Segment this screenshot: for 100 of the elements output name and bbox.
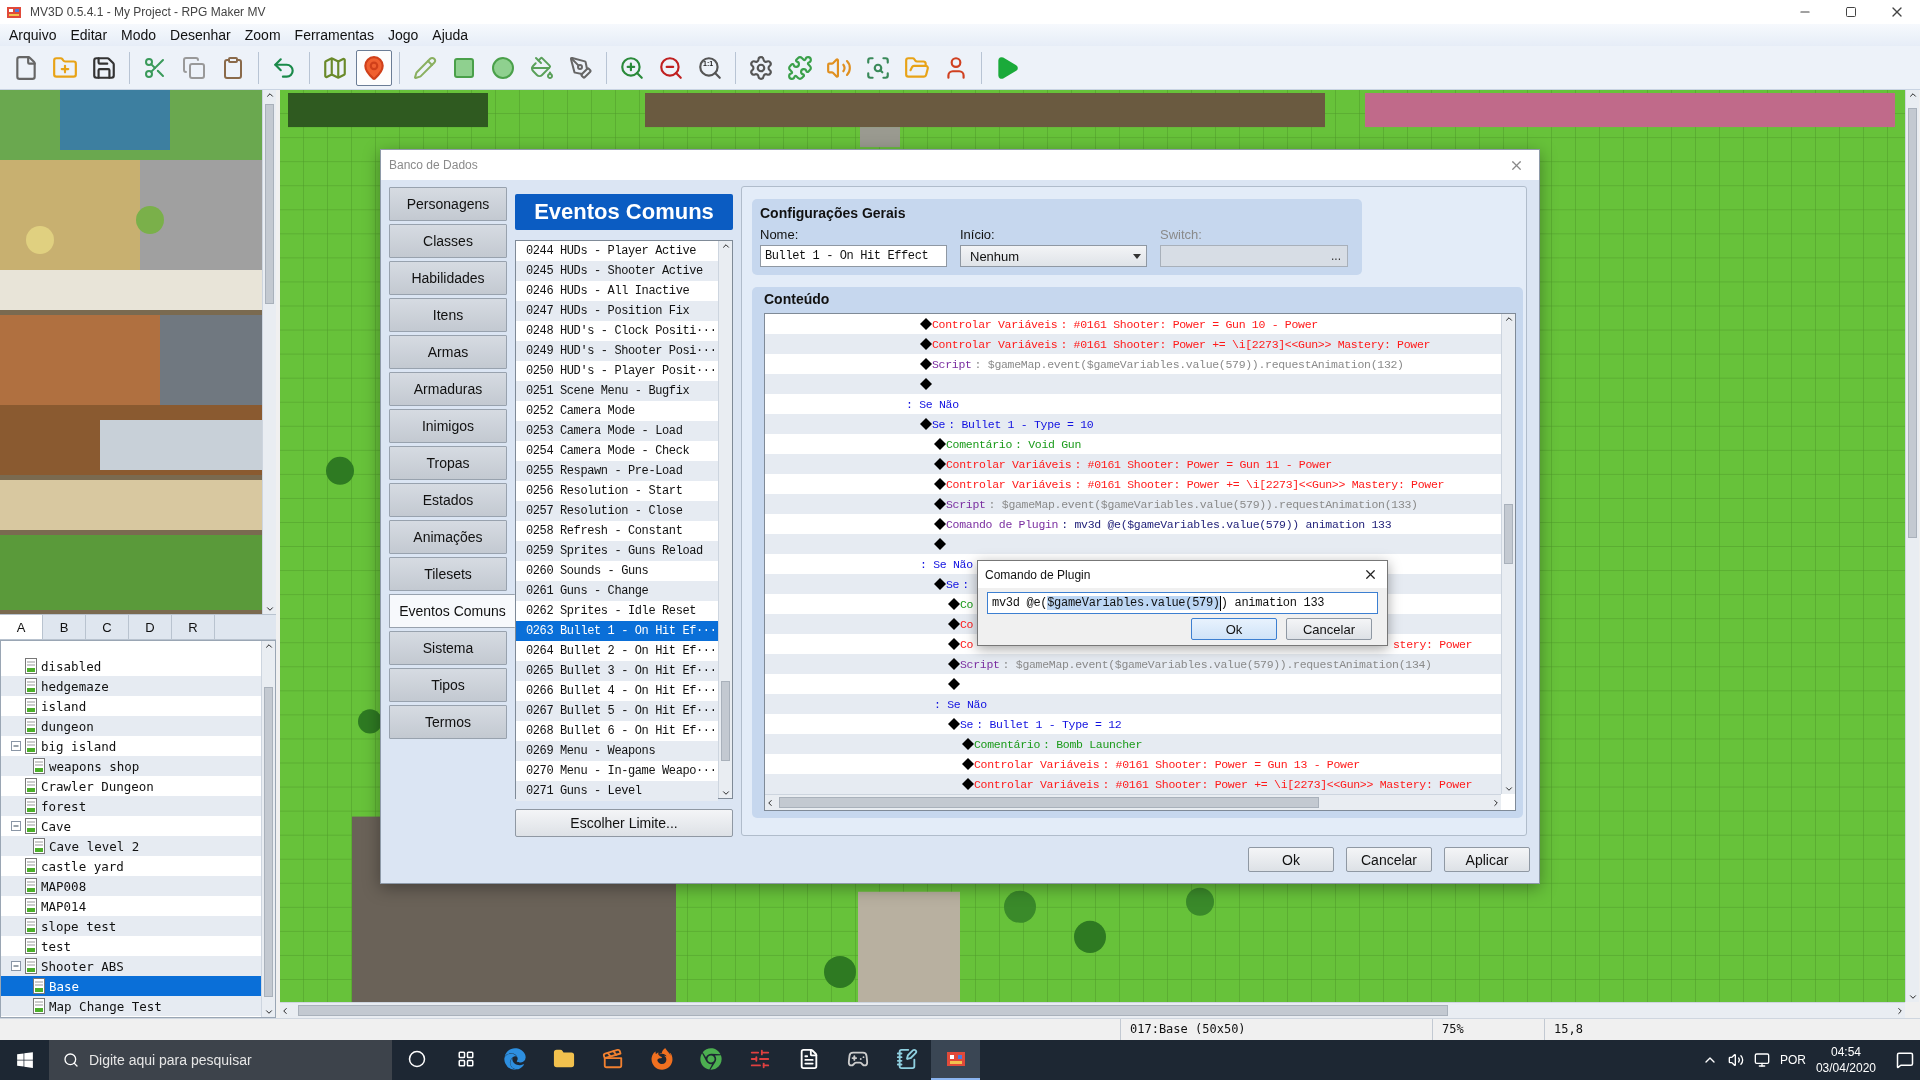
arrow-up-icon[interactable] xyxy=(720,241,731,251)
common-event-item[interactable]: 0267 Bullet 5 - On Hit Ef··· xyxy=(516,701,718,721)
arrow-left-icon[interactable] xyxy=(765,797,775,808)
scrollbar[interactable] xyxy=(280,1002,1905,1018)
common-event-item[interactable]: 0245 HUDs - Shooter Active xyxy=(516,261,718,281)
menu-item[interactable]: Jogo xyxy=(380,27,426,43)
event-command[interactable]: Co xyxy=(960,637,974,651)
common-event-item[interactable]: 0269 Menu - Weapons xyxy=(516,741,718,761)
arrow-right-icon[interactable] xyxy=(1895,1005,1905,1016)
arrow-up-icon[interactable] xyxy=(1907,90,1918,100)
event-command[interactable]: : Se Não xyxy=(934,697,987,711)
database-tab[interactable]: Personagens xyxy=(389,187,507,221)
tileset-tab[interactable]: A xyxy=(0,615,43,639)
collapse-icon[interactable] xyxy=(11,961,21,971)
menu-item[interactable]: Ajuda xyxy=(425,27,476,43)
event-mode-button[interactable] xyxy=(356,49,392,86)
scrollbar[interactable] xyxy=(262,90,276,614)
name-field[interactable]: Bullet 1 - On Hit Effect xyxy=(760,245,947,267)
event-command[interactable]: Co xyxy=(960,597,974,611)
input-field[interactable]: mv3d @e($gameVariables.value(579)) animation 133 xyxy=(987,592,1378,614)
database-tab[interactable]: Tipos xyxy=(389,668,507,702)
collapse-icon[interactable] xyxy=(11,741,21,751)
scroll-thumb[interactable] xyxy=(265,104,274,304)
arrow-down-icon[interactable] xyxy=(1503,784,1514,794)
collapse-icon[interactable] xyxy=(11,821,21,831)
common-event-item[interactable]: 0271 Guns - Level xyxy=(516,781,718,801)
scroll-thumb[interactable] xyxy=(298,1005,1448,1016)
scroll-thumb[interactable] xyxy=(1504,504,1513,564)
database-tab[interactable]: Tilesets xyxy=(389,557,507,591)
scrollbar[interactable] xyxy=(1905,90,1919,1002)
scrollbar[interactable] xyxy=(765,794,1501,810)
event-command[interactable]: Controlar Variáveis : #0161 Shooter: Power = Gun 10 - Power xyxy=(932,317,1318,331)
event-command[interactable]: stery: Power xyxy=(1393,637,1473,651)
dialog-button[interactable]: Ok xyxy=(1191,618,1277,640)
database-tab[interactable]: Eventos Comuns xyxy=(389,594,515,628)
event-command[interactable]: Comentário : Void Gun xyxy=(946,437,1082,451)
network-icon[interactable] xyxy=(1753,1052,1770,1068)
map-tree-item[interactable]: slope test xyxy=(1,916,261,936)
scroll-thumb[interactable] xyxy=(721,681,730,761)
database-tab[interactable]: Armaduras xyxy=(389,372,507,406)
dialog-button[interactable]: Cancelar xyxy=(1286,618,1372,640)
common-event-item[interactable]: 0255 Respawn - Pre-Load xyxy=(516,461,718,481)
scrollbar[interactable] xyxy=(261,641,275,1017)
scroll-thumb[interactable] xyxy=(1908,108,1917,538)
event-command[interactable]: Se : xyxy=(946,577,969,591)
map-tree-item[interactable]: Map Change Test xyxy=(1,996,261,1016)
dialog-button[interactable]: Ok xyxy=(1248,847,1334,872)
event-command[interactable]: Se : Bullet 1 - Type = 12 xyxy=(960,717,1122,731)
event-command[interactable]: : Se Não xyxy=(906,397,959,411)
arrow-down-icon[interactable] xyxy=(263,1007,274,1017)
database-tab[interactable]: Tropas xyxy=(389,446,507,480)
arrow-left-icon[interactable] xyxy=(280,1005,290,1016)
map-tree-item[interactable]: forest xyxy=(1,796,261,816)
database-tab[interactable]: Inimigos xyxy=(389,409,507,443)
dialog-button[interactable]: Aplicar xyxy=(1444,847,1530,872)
event-command[interactable]: Se : Bullet 1 - Type = 10 xyxy=(932,417,1094,431)
common-event-item[interactable]: 0265 Bullet 3 - On Hit Ef··· xyxy=(516,661,718,681)
arrow-up-icon[interactable] xyxy=(1503,314,1514,324)
event-command[interactable]: Script : $gameMap.event($gameVariables.value(579)).requestAnimation(132) xyxy=(932,357,1404,371)
map-tree-item[interactable]: Base xyxy=(1,976,261,996)
map-tree-item[interactable]: Cave level 2 xyxy=(1,836,261,856)
arrow-up-icon[interactable] xyxy=(263,641,274,651)
common-event-item[interactable]: 0263 Bullet 1 - On Hit Ef··· xyxy=(516,621,718,641)
arrow-down-icon[interactable] xyxy=(720,788,731,798)
trigger-select[interactable]: Nenhum xyxy=(960,245,1147,267)
common-event-item[interactable]: 0257 Resolution - Close xyxy=(516,501,718,521)
menu-item[interactable]: Modo xyxy=(114,27,164,43)
database-tab[interactable]: Estados xyxy=(389,483,507,517)
database-tab[interactable]: Termos xyxy=(389,705,507,739)
event-command[interactable]: Controlar Variáveis : #0161 Shooter: Power += \i[2273]<<Gun>> Mastery: Power xyxy=(946,477,1445,491)
menu-item[interactable]: Arquivo xyxy=(2,27,64,43)
database-tab[interactable]: Habilidades xyxy=(389,261,507,295)
map-tree-item[interactable]: Shooter ABS xyxy=(1,956,261,976)
database-tab[interactable]: Sistema xyxy=(389,631,507,665)
clock[interactable]: 04:54 03/04/2020 xyxy=(1815,1044,1876,1076)
dialog-button[interactable]: Cancelar xyxy=(1346,847,1432,872)
speaker-icon[interactable] xyxy=(1727,1052,1744,1068)
database-tab[interactable]: Classes xyxy=(389,224,507,258)
arrow-right-icon[interactable] xyxy=(1491,797,1501,808)
scrollbar[interactable] xyxy=(1501,314,1515,794)
scroll-thumb[interactable] xyxy=(779,797,1319,808)
common-event-item[interactable]: 0253 Camera Mode - Load xyxy=(516,421,718,441)
map-tree-item[interactable]: weapons shop xyxy=(1,756,261,776)
event-command[interactable]: : Se Não xyxy=(920,557,973,571)
common-event-item[interactable]: 0259 Sprites - Guns Reload xyxy=(516,541,718,561)
common-event-item[interactable]: 0247 HUDs - Position Fix xyxy=(516,301,718,321)
event-command[interactable]: Controlar Variáveis : #0161 Shooter: Power = Gun 13 - Power xyxy=(974,757,1360,771)
event-command[interactable]: Comando de Plugin : mv3d @e($gameVariables.value(579)) animation 133 xyxy=(946,517,1392,531)
arrow-down-icon[interactable] xyxy=(1907,992,1918,1002)
choose-limit-button[interactable]: Escolher Limite... xyxy=(515,809,733,837)
arrow-up-icon[interactable] xyxy=(264,90,275,100)
menu-item[interactable]: Zoom xyxy=(237,27,288,43)
scrollbar[interactable] xyxy=(718,241,732,798)
map-tree-item[interactable]: dungeon xyxy=(1,716,261,736)
common-event-item[interactable]: 0251 Scene Menu - Bugfix xyxy=(516,381,718,401)
notification-icon[interactable] xyxy=(1896,1051,1914,1069)
arrow-down-icon[interactable] xyxy=(264,604,275,614)
menu-item[interactable]: Editar xyxy=(63,27,115,43)
map-tree-item[interactable]: MAP008 xyxy=(1,876,261,896)
common-event-item[interactable]: 0261 Guns - Change xyxy=(516,581,718,601)
